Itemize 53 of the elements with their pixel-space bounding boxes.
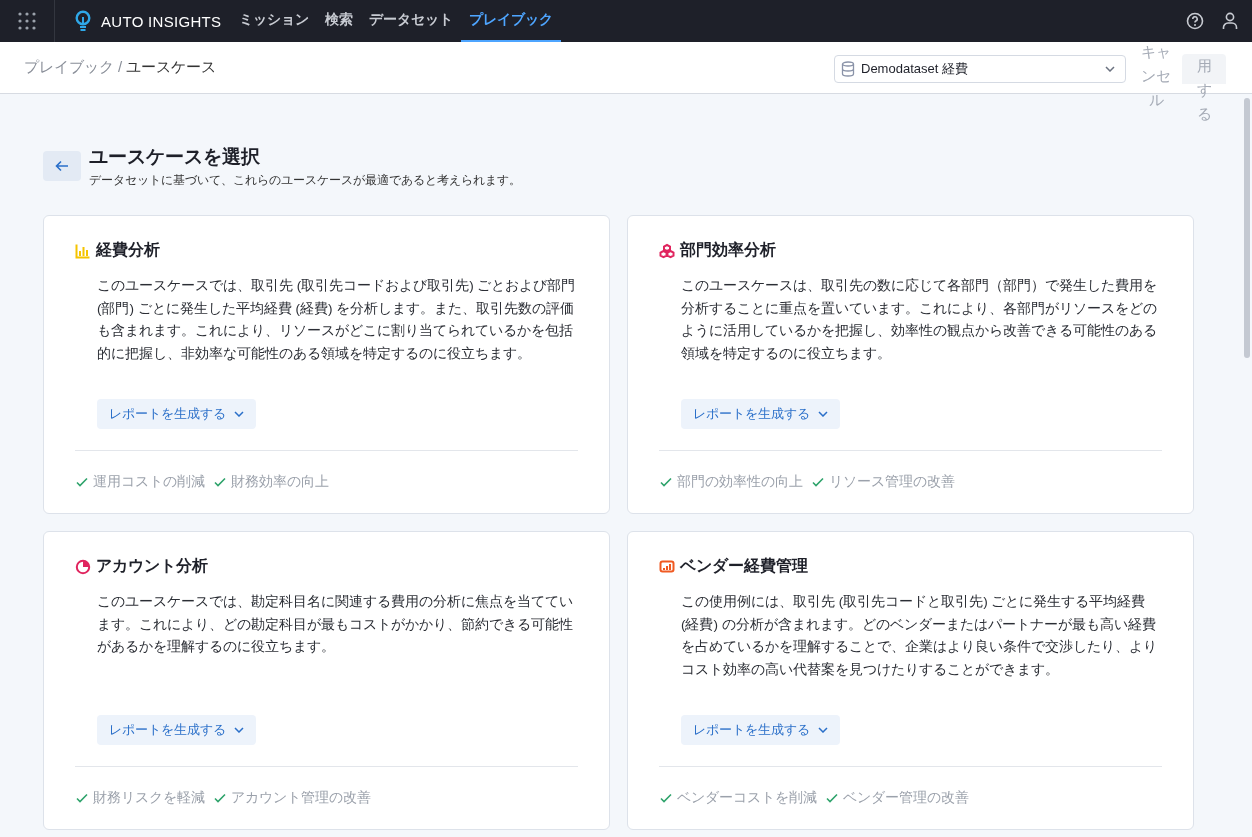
card-description: このユースケースは、取引先の数に応じて各部門（部門）で発生した費用を分析することに重点を置いています。これにより、各部門がリソースをどのように活用しているかを把握し、効率性の観点から改善できる可能性のある領域を特定するのに役立ちます。 [681, 277, 1158, 363]
breadcrumb-link[interactable]: プレイブック [24, 58, 114, 77]
brand-name: AUTO INSIGHTS [101, 12, 222, 30]
check-icon [213, 791, 227, 805]
page-title: ユースケースを選択 [89, 145, 261, 169]
benefit-label: ベンダーコストを削減 [677, 789, 817, 807]
check-icon [811, 475, 825, 489]
generate-report-button[interactable]: レポートを生成する [681, 715, 840, 745]
back-button[interactable] [43, 151, 81, 181]
generate-report-button[interactable]: レポートを生成する [97, 399, 256, 429]
scrollbar-thumb[interactable] [1244, 98, 1250, 358]
breadcrumb-separator: / [118, 58, 123, 77]
generate-report-button[interactable]: レポートを生成する [97, 715, 256, 745]
benefit-label: 財務リスクを軽減 [93, 789, 205, 807]
generate-report-button[interactable]: レポートを生成する [681, 399, 840, 429]
nav-tab[interactable]: データセット [361, 0, 462, 42]
benefit-label: アカウント管理の改善 [231, 789, 371, 807]
app-grid-icon [18, 12, 36, 30]
page-subtitle: データセットに基づいて、これらのユースケースが最適であると考えられます。 [89, 172, 521, 189]
check-icon [75, 791, 89, 805]
user-icon[interactable] [1222, 12, 1238, 30]
nav-tab[interactable]: 検索 [317, 0, 362, 42]
lightbulb-logo-icon [75, 10, 91, 32]
benefit-label: 財務効率の向上 [231, 473, 329, 491]
card-title: 経費分析 [96, 240, 160, 260]
help-icon[interactable] [1186, 12, 1204, 30]
database-icon [841, 61, 855, 77]
dataset-select-value: Demodataset 経費 [861, 60, 969, 78]
card-description: この使用例には、取引先 (取引先コードと取引先) ごとに発生する平均経費 (経費) の分析が含まれます。どのベンダーまたはパートナーが最も高い経費を占めているかを理解することで、企業はより良い条件で交渉したり、よりコスト効率の高い代替案を見つけたりすることができます。 [681, 593, 1158, 679]
card-description: このユースケースでは、取引先 (取引先コードおよび取引先) ごとおよび部門 (部門) ごとに発生した平均経費 (経費) を分析します。また、取引先数の評価も含まれます。これにより、リソースがどこに割り当てられているかを包括的に把握し、非効率な可能性のある領域を特定するのに役立ちます。 [97, 277, 577, 363]
card-title: 部門効率分析 [680, 240, 776, 260]
chevron-down-icon [234, 727, 244, 733]
card-title: ベンダー経費管理 [680, 556, 808, 576]
benefit-label: リソース管理の改善 [829, 473, 955, 491]
card-description: このユースケースでは、勘定科目名に関連する費用の分析に焦点を当てています。これにより、どの勘定科目が最もコストがかかり、節約できる可能性があるかを理解するのに役立ちます。 [97, 593, 574, 656]
benefit-label: 運用コストの削減 [93, 473, 205, 491]
check-icon [75, 475, 89, 489]
check-icon [659, 475, 673, 489]
card-title: アカウント分析 [96, 556, 208, 576]
nav-tab[interactable]: ミッション [231, 0, 318, 42]
chevron-down-icon [818, 411, 828, 417]
breadcrumb-current: ユースケース [126, 58, 217, 77]
back-arrow-icon [55, 160, 69, 172]
cancel-button[interactable]: キャンセル [1138, 40, 1174, 112]
check-icon [213, 475, 227, 489]
benefit-label: ベンダー管理の改善 [843, 789, 969, 807]
chevron-down-icon [234, 411, 244, 417]
chevron-down-icon [818, 727, 828, 733]
check-icon [659, 791, 673, 805]
check-icon [825, 791, 839, 805]
dataset-select[interactable]: Demodataset 経費 [834, 55, 1126, 83]
chevron-down-icon [1105, 66, 1115, 72]
benefit-label: 部門の効率性の向上 [677, 473, 803, 491]
